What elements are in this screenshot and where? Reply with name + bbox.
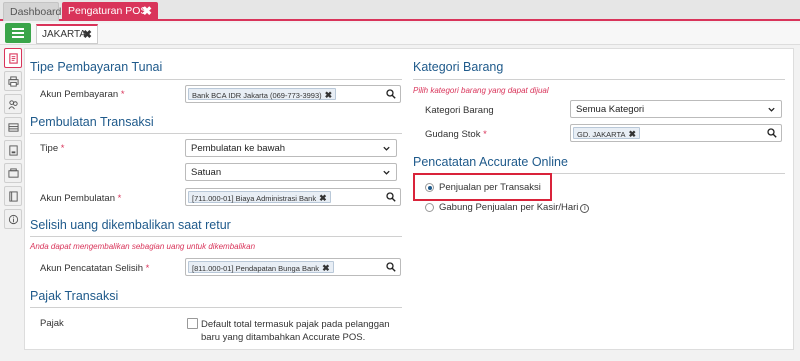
category-note: Pilih kategori barang yang dapat dijual (413, 86, 549, 95)
difference-account-tag: [811.000-01] Pendapatan Bunga Bank ✖ (188, 261, 334, 273)
vertical-sidebar (4, 48, 22, 232)
section-divider (30, 133, 402, 134)
tax-inclusive-label: Default total termasuk pajak pada pelang… (201, 318, 390, 344)
tab-pengaturan-pos-label: Pengaturan POS (68, 5, 148, 17)
difference-account-label-text: Akun Pencatatan Selisih (40, 263, 143, 274)
section-divider (413, 79, 785, 80)
rounding-account-tag: [711.000-01] Biaya Administrasi Bank ✖ (188, 191, 331, 203)
register-icon (7, 167, 19, 178)
sidebar-item-info[interactable] (4, 209, 22, 229)
tax-inclusive-line2: baru yang ditambahkan Accurate POS. (201, 332, 366, 343)
category-value: Semua Kategori (576, 104, 645, 115)
chevron-down-icon (383, 146, 390, 151)
rounding-type-label-text: Tipe (40, 143, 59, 154)
sidebar-item-settings[interactable] (4, 48, 22, 68)
section-title-category: Kategori Barang (413, 60, 504, 74)
chevron-down-icon (768, 107, 775, 112)
section-title-return-difference: Selisih uang dikembalikan saat retur (30, 218, 231, 232)
tab-dashboard[interactable]: Dashboard (3, 2, 62, 21)
required-mark: * (60, 143, 65, 154)
required-mark: * (117, 193, 122, 204)
tab-dashboard-label: Dashboard (10, 6, 62, 18)
sidebar-item-table[interactable] (4, 117, 22, 137)
search-icon[interactable] (386, 192, 396, 202)
section-divider (30, 236, 402, 237)
section-title-recording: Pencatatan Accurate Online (413, 155, 568, 169)
warehouse-label-text: Gudang Stok (425, 129, 481, 140)
info-icon (8, 214, 18, 224)
sidebar-item-people[interactable] (4, 94, 22, 114)
radio-combined-label-text: Gabung Penjualan per Kasir/Hari (439, 202, 579, 213)
section-divider (30, 307, 402, 308)
search-icon[interactable] (767, 128, 777, 138)
tab-pengaturan-pos[interactable]: Pengaturan POS ✖ (62, 2, 158, 21)
search-icon[interactable] (386, 262, 396, 272)
list-icon (12, 28, 24, 38)
tax-inclusive-checkbox[interactable] (187, 318, 198, 329)
table-icon (7, 122, 19, 132)
printer-icon (7, 75, 19, 87)
rounding-unit-select[interactable]: Satuan (185, 163, 397, 181)
radio-combined-per-cashier-label[interactable]: Gabung Penjualan per Kasir/Hari i (439, 202, 590, 213)
sub-tab-bar (0, 23, 800, 45)
rounding-type-label: Tipe * (40, 143, 64, 154)
remove-tag-icon[interactable]: ✖ (325, 90, 333, 100)
difference-account-field[interactable]: [811.000-01] Pendapatan Bunga Bank ✖ (185, 258, 401, 276)
radio-combined-per-cashier[interactable] (425, 203, 434, 212)
close-icon[interactable]: ✖ (83, 26, 92, 44)
warehouse-label: Gudang Stok * (425, 129, 487, 140)
payment-account-tag-text: Bank BCA IDR Jakarta (069-773-3993) (192, 91, 322, 100)
difference-account-tag-text: [811.000-01] Pendapatan Bunga Bank (192, 264, 320, 273)
category-label: Kategori Barang (425, 105, 494, 116)
payment-account-label: Akun Pembayaran * (40, 89, 125, 100)
return-difference-note: Anda dapat mengembalikan sebagian uang u… (30, 242, 256, 251)
rounding-account-tag-text: [711.000-01] Biaya Administrasi Bank (192, 194, 317, 203)
section-title-rounding: Pembulatan Transaksi (30, 115, 154, 129)
payment-account-tag: Bank BCA IDR Jakarta (069-773-3993) ✖ (188, 88, 337, 100)
payment-account-field[interactable]: Bank BCA IDR Jakarta (069-773-3993) ✖ (185, 85, 401, 103)
section-title-cash-payment: Tipe Pembayaran Tunai (30, 60, 163, 74)
menu-list-button[interactable] (5, 23, 31, 43)
report-icon (8, 144, 18, 156)
rounding-unit-value: Satuan (191, 167, 222, 178)
rounding-account-label-text: Akun Pembulatan (40, 193, 115, 204)
section-title-tax: Pajak Transaksi (30, 289, 119, 303)
warehouse-tag: GD. JAKARTA ✖ (573, 127, 641, 139)
chevron-down-icon (383, 170, 390, 175)
radio-per-transaction-label[interactable]: Penjualan per Transaksi (439, 182, 541, 193)
tax-inclusive-line1: Default total termasuk pajak pada pelang… (201, 319, 390, 330)
sidebar-item-register[interactable] (4, 163, 22, 183)
required-mark: * (145, 263, 150, 274)
settings-panel (24, 48, 794, 350)
tab-jakarta[interactable]: JAKARTA ✖ (36, 24, 98, 44)
close-icon[interactable]: ✖ (142, 2, 152, 21)
people-icon (8, 99, 18, 109)
sidebar-item-report[interactable] (4, 140, 22, 160)
radio-per-transaction[interactable] (425, 183, 434, 192)
remove-tag-icon[interactable]: ✖ (628, 129, 636, 139)
settings-doc-icon (8, 52, 18, 64)
tab-jakarta-label: JAKARTA (42, 29, 87, 40)
payment-account-label-text: Akun Pembayaran (40, 89, 119, 100)
sidebar-item-book[interactable] (4, 186, 22, 206)
required-mark: * (483, 129, 487, 140)
required-mark: * (120, 89, 125, 100)
rounding-type-value: Pembulatan ke bawah (191, 143, 286, 154)
rounding-account-label: Akun Pembulatan * (40, 193, 121, 204)
section-divider (30, 79, 402, 80)
info-icon[interactable]: i (580, 204, 590, 213)
rounding-type-select[interactable]: Pembulatan ke bawah (185, 139, 397, 157)
book-icon (8, 190, 18, 202)
difference-account-label: Akun Pencatatan Selisih * (40, 263, 149, 274)
category-select[interactable]: Semua Kategori (570, 100, 782, 118)
tax-label: Pajak (40, 318, 64, 329)
warehouse-field[interactable]: GD. JAKARTA ✖ (570, 124, 782, 142)
remove-tag-icon[interactable]: ✖ (322, 263, 330, 273)
search-icon[interactable] (386, 89, 396, 99)
warehouse-tag-text: GD. JAKARTA (577, 130, 626, 139)
remove-tag-icon[interactable]: ✖ (319, 193, 327, 203)
sidebar-item-printer[interactable] (4, 71, 22, 91)
rounding-account-field[interactable]: [711.000-01] Biaya Administrasi Bank ✖ (185, 188, 401, 206)
